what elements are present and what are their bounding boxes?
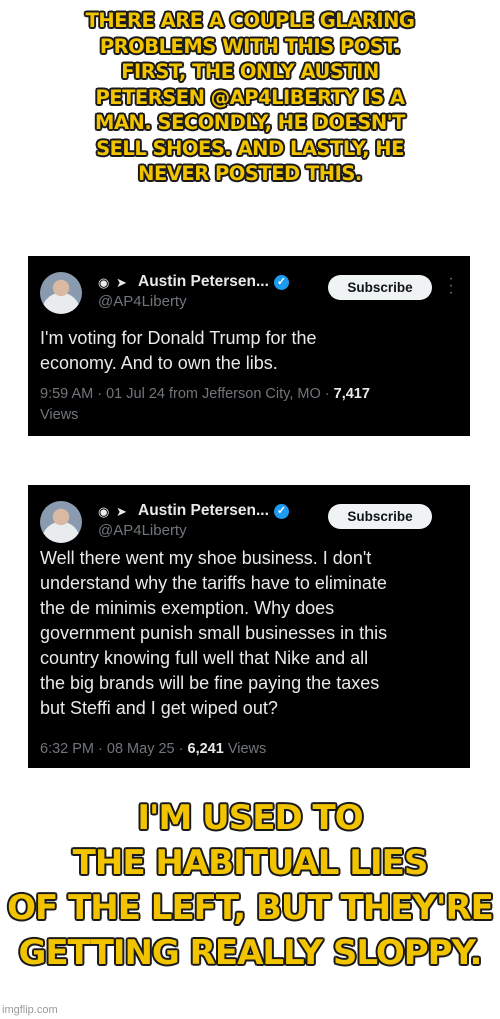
- name-emoji: ◉ ➤: [98, 504, 133, 519]
- rocket-icon: ➤: [116, 503, 127, 519]
- top-caption-line: PROBLEMS WITH THIS POST.: [99, 34, 401, 58]
- tweet-text-line: Well there went my shoe business. I don'…: [40, 548, 372, 568]
- display-name[interactable]: Austin Petersen...: [138, 273, 269, 291]
- top-caption-line: THERE ARE A COUPLE GLARING: [85, 9, 415, 32]
- bottom-caption-line: I'M USED TO: [137, 798, 363, 838]
- verified-icon: ✓: [273, 503, 289, 519]
- handle[interactable]: @AP4Liberty: [98, 522, 187, 539]
- tweet-author: ◉ ➤ Austin Petersen... ✓: [98, 273, 289, 291]
- tweet-text-line: country knowing full well that Nike and …: [40, 648, 369, 668]
- top-caption-line: MAN. SECONDLY, HE DOESN'T: [95, 111, 405, 134]
- name-emoji: ◉ ➤: [98, 275, 133, 290]
- avatar[interactable]: [40, 501, 82, 543]
- ninja-icon: ◉: [98, 274, 110, 290]
- tweet-card: ◉ ➤ Austin Petersen... ✓ @AP4Liberty Sub…: [28, 485, 470, 768]
- subscribe-button[interactable]: Subscribe: [328, 504, 432, 529]
- bottom-caption-line: GETTING REALLY SLOPPY.: [18, 933, 483, 973]
- tweet-location: from Jefferson City, MO: [168, 386, 321, 402]
- tweet-card: ◉ ➤ Austin Petersen... ✓ @AP4Liberty Sub…: [28, 256, 470, 436]
- tweet-text: I'm voting for Donald Trump for the econ…: [40, 326, 458, 376]
- subscribe-button[interactable]: Subscribe: [328, 275, 432, 300]
- views-label: Views: [227, 741, 267, 757]
- view-count: 6,241: [187, 741, 224, 757]
- tweet-text-line: but Steffi and I get wiped out?: [40, 698, 278, 718]
- view-count: 7,417: [333, 386, 370, 402]
- more-icon[interactable]: · · ·: [448, 271, 454, 301]
- top-caption-line: NEVER POSTED THIS.: [138, 162, 362, 185]
- tweet-meta: 6:32 PM · 08 May 25 · 6,241 Views: [40, 741, 267, 757]
- top-caption-line: SELL SHOES. AND LASTLY, HE: [96, 136, 404, 160]
- ninja-icon: ◉: [98, 503, 110, 519]
- tweet-author: ◉ ➤ Austin Petersen... ✓: [98, 502, 289, 520]
- display-name[interactable]: Austin Petersen...: [138, 502, 269, 520]
- tweet-text-line: I'm voting for Donald Trump for the: [40, 328, 317, 348]
- bottom-caption-line: OF THE LEFT, BUT THEY'RE: [7, 888, 494, 928]
- tweet-text-line: the big brands will be fine paying the t…: [40, 673, 380, 693]
- tweet-text-line: economy. And to own the libs.: [40, 353, 278, 373]
- views-label: Views: [40, 407, 79, 423]
- tweet-date[interactable]: 08 May 25: [107, 741, 175, 757]
- top-caption-line: PETERSEN @AP4LIBERTY IS A: [95, 85, 405, 109]
- handle[interactable]: @AP4Liberty: [98, 293, 187, 310]
- avatar[interactable]: [40, 272, 82, 314]
- tweet-text-line: understand why the tariffs have to elimi…: [40, 573, 387, 593]
- verified-icon: ✓: [273, 274, 289, 290]
- watermark: imgflip.com: [2, 1004, 58, 1016]
- bottom-caption-line: THE HABITUAL LIES: [72, 843, 429, 883]
- tweet-text-line: the de minimis exemption. Why does: [40, 598, 335, 618]
- top-caption: THERE ARE A COUPLE GLARING PROBLEMS WITH…: [0, 8, 500, 187]
- top-caption-line: FIRST, THE ONLY AUSTIN: [121, 60, 379, 83]
- tweet-text: Well there went my shoe business. I don'…: [40, 546, 458, 721]
- tweet-time[interactable]: 6:32 PM: [40, 741, 94, 757]
- tweet-meta: 9:59 AM · 01 Jul 24 from Jefferson City,…: [40, 386, 370, 423]
- tweet-text-line: government punish small businesses in th…: [40, 623, 388, 643]
- tweet-time[interactable]: 9:59 AM: [40, 386, 93, 402]
- tweet-date[interactable]: 01 Jul 24: [106, 386, 165, 402]
- rocket-icon: ➤: [116, 274, 127, 290]
- bottom-caption: I'M USED TO THE HABITUAL LIES OF THE LEF…: [0, 796, 500, 976]
